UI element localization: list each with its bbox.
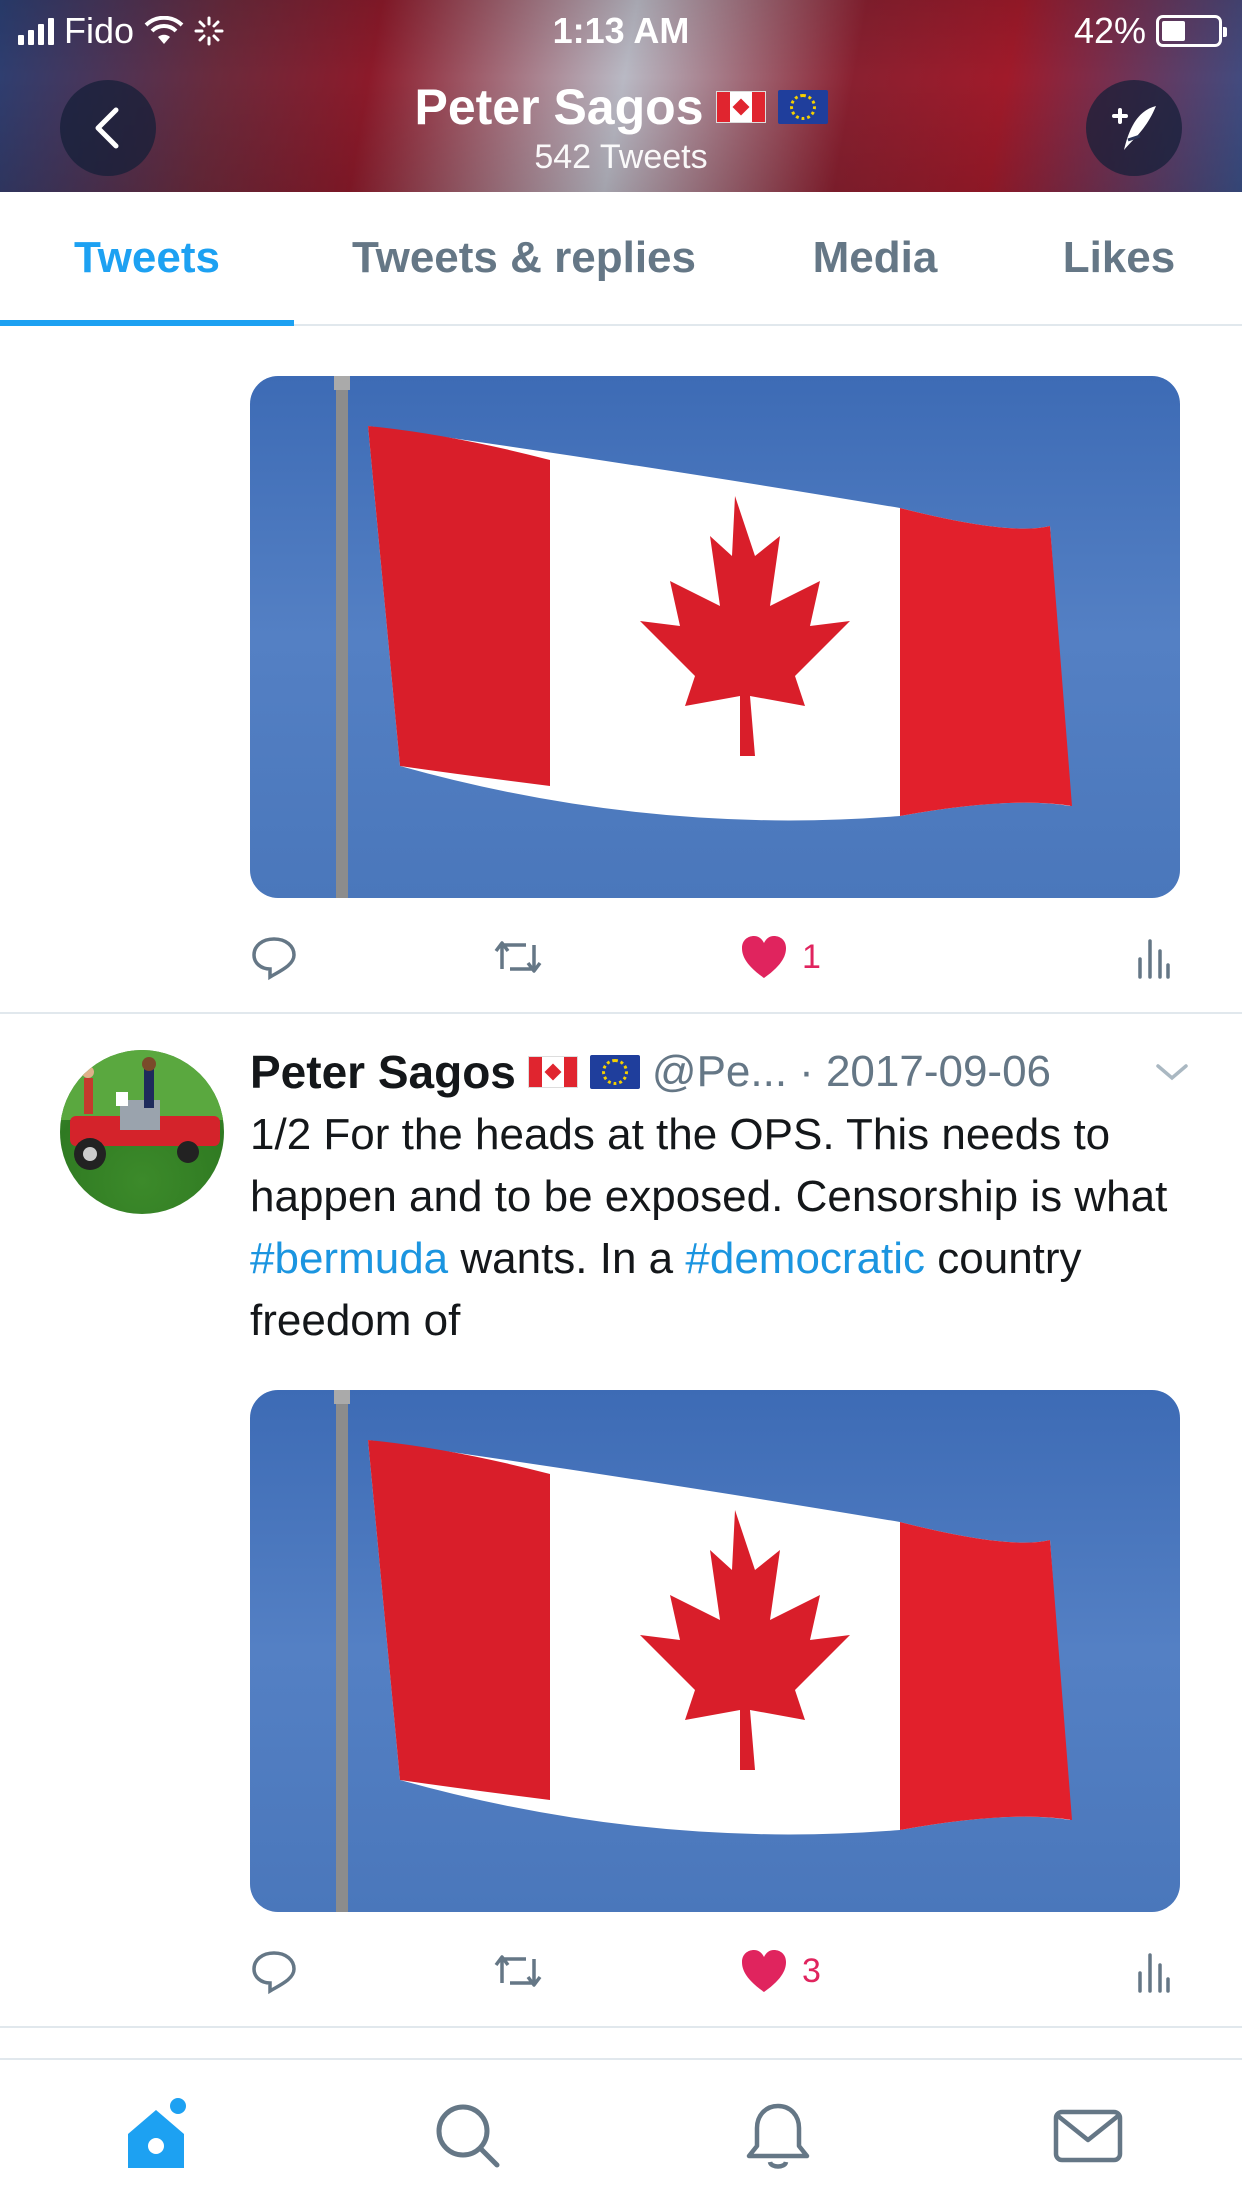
- tweet-count: 542 Tweets: [534, 138, 708, 176]
- retweet-button[interactable]: [490, 1936, 546, 2006]
- tab-tweets[interactable]: Tweets: [0, 192, 294, 326]
- tab-likes[interactable]: Likes: [996, 192, 1242, 324]
- tweet-actions: 3: [250, 1936, 1180, 2006]
- reply-icon: [252, 937, 296, 981]
- notifications-icon: [746, 2103, 810, 2169]
- compose-quill-icon: [1112, 106, 1156, 150]
- tweet-author-handle[interactable]: @Pe...: [652, 1047, 787, 1097]
- canada-flag-image: [334, 376, 1072, 898]
- status-time: 1:13 AM: [552, 10, 690, 51]
- retweet-icon: [494, 1955, 542, 1987]
- analytics-button[interactable]: [1136, 1936, 1170, 2006]
- battery-percent: 42%: [1073, 10, 1146, 51]
- like-count: 3: [802, 1951, 821, 1990]
- tweet-divider: [0, 2026, 1242, 2028]
- battery-icon: [1156, 15, 1227, 47]
- hashtag-link[interactable]: #bermuda: [250, 1234, 448, 1283]
- profile-title: Peter Sagos 542 Tweets: [0, 78, 1242, 177]
- canada-flag-icon: [527, 1056, 578, 1088]
- bottom-nav: [0, 2058, 1242, 2208]
- eu-flag-icon: [589, 1055, 640, 1089]
- heart-filled-icon: [742, 936, 786, 978]
- tab-tweets-replies[interactable]: Tweets & replies: [294, 192, 754, 324]
- avatar[interactable]: [60, 1050, 224, 1214]
- avatar-image: [60, 1050, 224, 1170]
- nav-notifications-button[interactable]: [738, 2096, 818, 2176]
- tweet-header: Peter Sagos @Pe... · 2017-09-06: [250, 1044, 1190, 1100]
- home-icon: [128, 2098, 186, 2168]
- hashtag-link[interactable]: #democratic: [685, 1234, 925, 1283]
- tweet-image-canada-flag[interactable]: [250, 1390, 1180, 1912]
- tweet-text-part: 1/2 For the heads at the OPS. This needs…: [250, 1110, 1168, 1221]
- nav-search-button[interactable]: [428, 2096, 508, 2176]
- retweet-button[interactable]: [490, 922, 546, 992]
- reply-icon: [252, 1951, 296, 1995]
- reply-button[interactable]: [250, 1936, 298, 2006]
- nav-home-button[interactable]: [116, 2096, 196, 2176]
- chevron-down-icon[interactable]: [1154, 1060, 1190, 1084]
- eu-flag-icon: [777, 90, 828, 124]
- retweet-icon: [494, 941, 542, 973]
- tweet-date: · 2017-09-06: [799, 1047, 1052, 1096]
- profile-tabs: Tweets Tweets & replies Media Likes: [0, 192, 1242, 326]
- compose-tweet-button[interactable]: [1086, 80, 1182, 176]
- analytics-icon: [1138, 1953, 1170, 1993]
- tweet-image-canada-flag[interactable]: [250, 376, 1180, 898]
- tweet-text: 1/2 For the heads at the OPS. This needs…: [250, 1104, 1190, 1352]
- profile-name: Peter Sagos: [414, 79, 704, 135]
- canada-flag-icon: [715, 91, 766, 123]
- messages-icon: [1053, 2109, 1123, 2163]
- tweet-actions: 1: [250, 922, 1180, 992]
- tweet-text-part: wants. In a: [448, 1234, 686, 1283]
- heart-filled-icon: [742, 1950, 786, 1992]
- reply-button[interactable]: [250, 922, 298, 992]
- tweet-author-name[interactable]: Peter Sagos: [250, 1045, 516, 1099]
- search-icon: [436, 2104, 500, 2168]
- analytics-icon: [1138, 939, 1170, 979]
- profile-header: Fido 1:13 AM 42% Peter Sagos 542 Tweets: [0, 0, 1242, 192]
- like-button[interactable]: 3: [740, 1936, 821, 2006]
- canada-flag-image: [334, 1390, 1072, 1912]
- analytics-button[interactable]: [1136, 922, 1170, 992]
- status-bar: Fido 1:13 AM 42%: [0, 0, 1242, 60]
- status-right: 42%: [1073, 10, 1227, 52]
- like-button[interactable]: 1: [740, 922, 821, 992]
- tweet-divider: [0, 1012, 1242, 1014]
- like-count: 1: [802, 937, 821, 976]
- nav-messages-button[interactable]: [1048, 2096, 1128, 2176]
- tab-media[interactable]: Media: [754, 192, 996, 324]
